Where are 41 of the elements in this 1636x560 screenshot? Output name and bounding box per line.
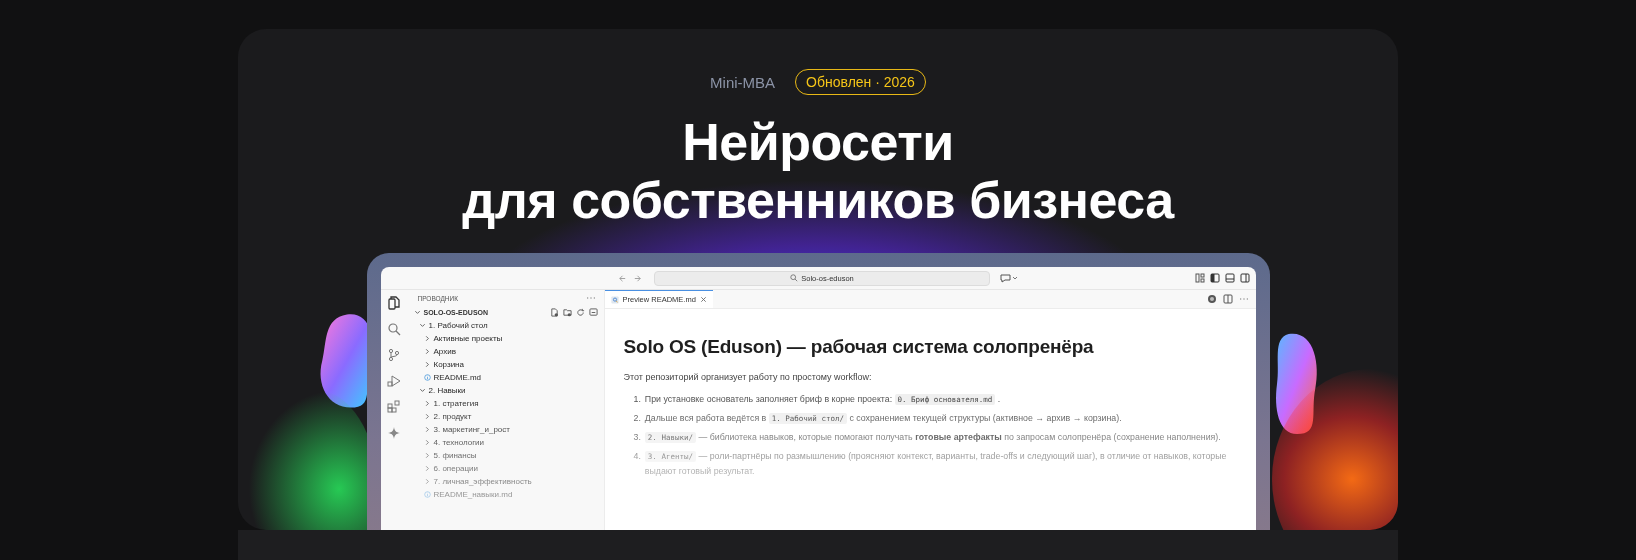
extensions-icon[interactable] [387,400,401,414]
collapse-icon[interactable] [588,308,598,317]
back-arrow-icon[interactable] [618,273,627,283]
tree-item[interactable]: 1. Рабочий стол [407,319,604,332]
hero-title: Нейросети [682,113,954,171]
tree-item[interactable]: 1. стратегия [407,397,604,410]
tree-item[interactable]: 3. маркетинг_и_рост [407,423,604,436]
run-debug-icon[interactable] [387,374,401,388]
tree-item[interactable]: Архив [407,345,604,358]
tree-item[interactable]: 6. операции [407,462,604,475]
info-icon [423,374,431,381]
hero-title: для собственников бизнеса [462,171,1174,229]
forward-arrow-icon[interactable] [633,273,642,283]
split-toggle-icon[interactable] [1239,273,1250,283]
refresh-icon[interactable] [575,308,585,317]
layout-icon[interactable] [1194,273,1205,283]
tree-item[interactable]: 2. продукт [407,410,604,423]
tree-item[interactable]: 4. технологии [407,436,604,449]
tree-item[interactable]: README.md [407,371,604,384]
tree-item[interactable]: 5. финансы [407,449,604,462]
chat-icon[interactable] [1000,273,1018,283]
new-file-icon[interactable] [549,308,559,317]
panel-toggle-icon[interactable] [1224,273,1235,283]
brand-label: Mini-MBA [710,73,776,91]
close-icon[interactable] [699,296,707,303]
tree-item[interactable]: 2. Навыки [407,384,604,397]
search-icon[interactable] [387,322,401,336]
info-icon [423,491,431,498]
tree-item[interactable]: Активные проекты [407,332,604,345]
search-icon [790,274,799,282]
tree-item[interactable]: 7. личная_эффективность [407,475,604,488]
preview-icon [610,295,619,304]
files-icon[interactable] [387,296,401,310]
sidebar-toggle-icon[interactable] [1209,273,1220,283]
branch-icon[interactable] [387,348,401,362]
new-folder-icon[interactable] [562,308,572,317]
document-heading: Solo OS (Eduson) — рабочая система солопренёра [623,336,1095,358]
split-editor-icon[interactable] [1222,294,1233,304]
document-paragraph: Этот репозиторий организует работу по простому workflow: [623,372,873,382]
tree-item[interactable]: Корзина [407,358,604,371]
sparkle-icon[interactable] [387,426,401,440]
